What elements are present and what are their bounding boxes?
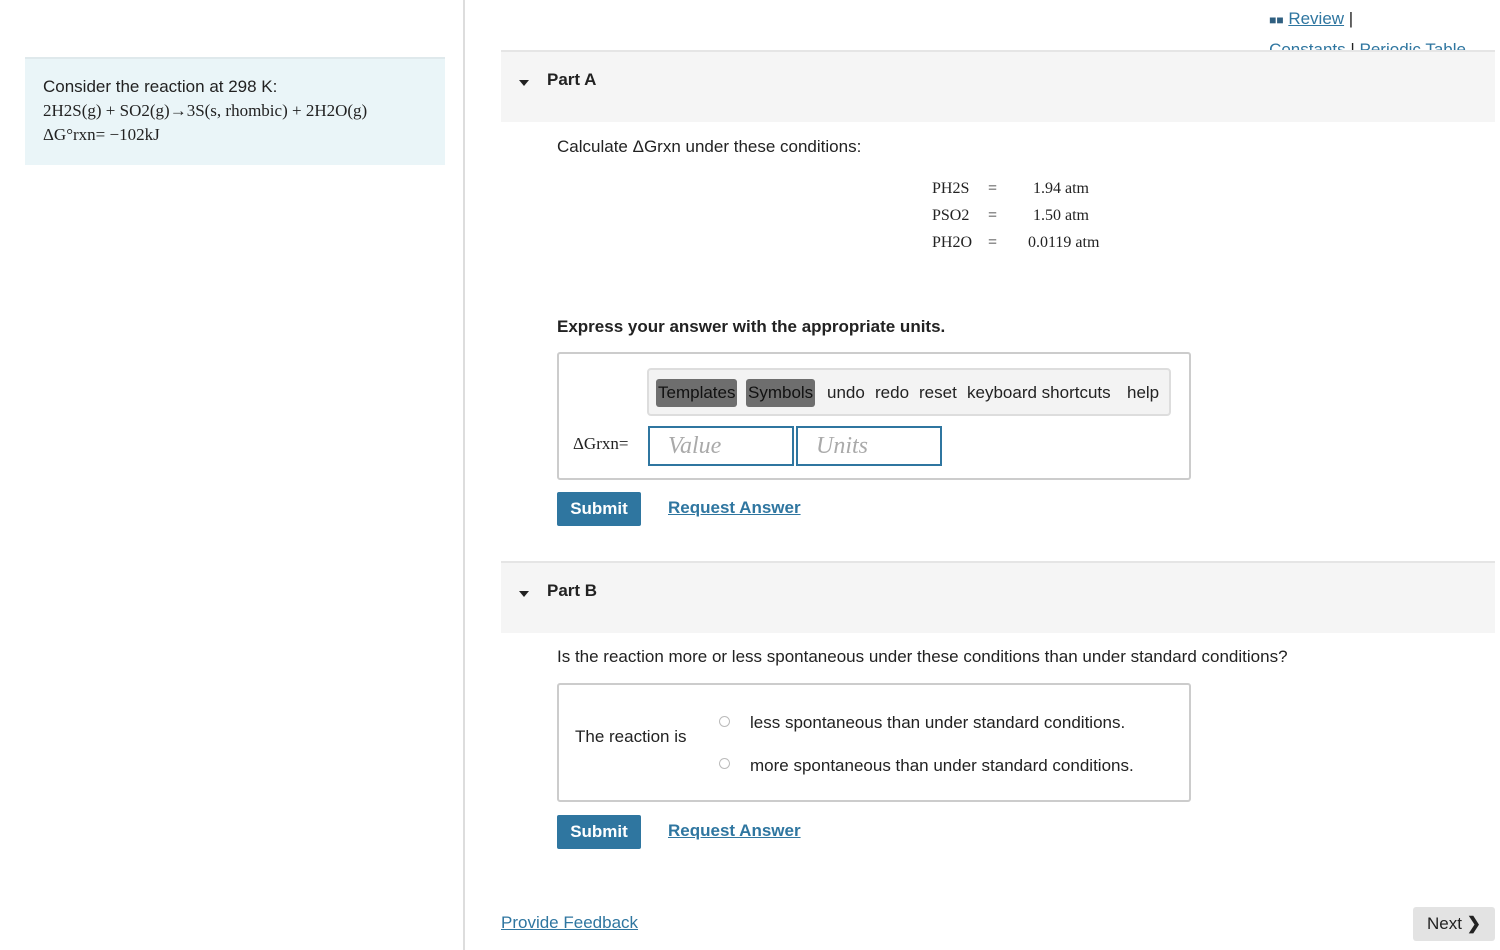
condition-value: 1.50 atm <box>1033 207 1089 224</box>
radio-more[interactable] <box>719 758 730 769</box>
collapse-triangle-icon[interactable] <box>519 80 529 86</box>
radio-less[interactable] <box>719 716 730 727</box>
condition-label: PH2O <box>932 234 973 251</box>
answer-box: Templates Symbols undo redo reset keyboa… <box>557 352 1191 480</box>
math-toolbar: Templates Symbols undo redo reset keyboa… <box>647 368 1171 416</box>
reaction-equation: 2H2S(g) + SO2(g)→3S(s, rhombic) + 2H2O(g… <box>43 101 368 120</box>
undo-button[interactable]: undo <box>827 379 865 407</box>
provide-feedback-link[interactable]: Provide Feedback <box>501 913 638 933</box>
chevron-right-icon: ❯ <box>1466 914 1481 933</box>
condition-value: 0.0119 atm <box>1028 234 1100 251</box>
symbols-button[interactable]: Symbols <box>746 379 816 407</box>
part-b-header[interactable]: Part B <box>501 561 1495 633</box>
equals: = <box>988 207 998 224</box>
problem-intro: Consider the reaction at 298 K: <box>43 77 278 96</box>
part-b-request-answer-link[interactable]: Request Answer <box>668 821 801 841</box>
part-b-title: Part B <box>547 581 598 600</box>
next-button[interactable]: Next ❯ <box>1413 907 1495 941</box>
standard-delta-g: ΔG°rxn= −102kJ <box>43 125 160 144</box>
part-a-header[interactable]: Part A <box>501 50 1495 122</box>
option-less[interactable]: less spontaneous than under standard con… <box>750 713 1125 733</box>
redo-button[interactable]: redo <box>875 379 909 407</box>
answer-label: ΔGrxn= <box>573 434 629 453</box>
condition-label: PH2S <box>932 180 970 197</box>
instruction: Express your answer with the appropriate… <box>557 317 946 336</box>
equals: = <box>988 234 998 251</box>
collapse-triangle-icon[interactable] <box>519 591 529 597</box>
equals: = <box>988 180 998 197</box>
choice-lead: The reaction is <box>575 727 687 746</box>
part-a-request-answer-link[interactable]: Request Answer <box>668 498 801 518</box>
conditions-table: PH2S = 1.94 atm PSO2 = 1.50 atm PH2O = 0… <box>932 180 1132 261</box>
problem-panel: Consider the reaction at 298 K: 2H2S(g) … <box>25 57 445 165</box>
column-divider <box>463 0 465 950</box>
part-a-submit-button[interactable]: Submit <box>557 492 641 526</box>
value-input[interactable]: Value <box>648 426 794 466</box>
part-b-submit-button[interactable]: Submit <box>557 815 641 849</box>
condition-value: 1.94 atm <box>1033 180 1089 197</box>
units-input[interactable]: Units <box>796 426 942 466</box>
part-a-title: Part A <box>547 70 597 89</box>
book-icon: ■■ <box>1269 13 1284 27</box>
choice-box: The reaction is less spontaneous than un… <box>557 683 1191 802</box>
part-b-prompt: Is the reaction more or less spontaneous… <box>557 647 1288 666</box>
part-a-prompt: Calculate ΔGrxn under these conditions: <box>557 137 862 156</box>
review-link[interactable]: Review <box>1288 9 1344 28</box>
help-button[interactable]: help <box>1127 379 1159 407</box>
reset-button[interactable]: reset <box>919 379 957 407</box>
option-more[interactable]: more spontaneous than under standard con… <box>750 756 1134 776</box>
next-label: Next <box>1427 914 1462 933</box>
separator: | <box>1348 9 1354 28</box>
templates-button[interactable]: Templates <box>656 379 738 407</box>
condition-label: PSO2 <box>932 207 970 224</box>
keyboard-shortcuts-button[interactable]: keyboard shortcuts <box>967 379 1111 407</box>
